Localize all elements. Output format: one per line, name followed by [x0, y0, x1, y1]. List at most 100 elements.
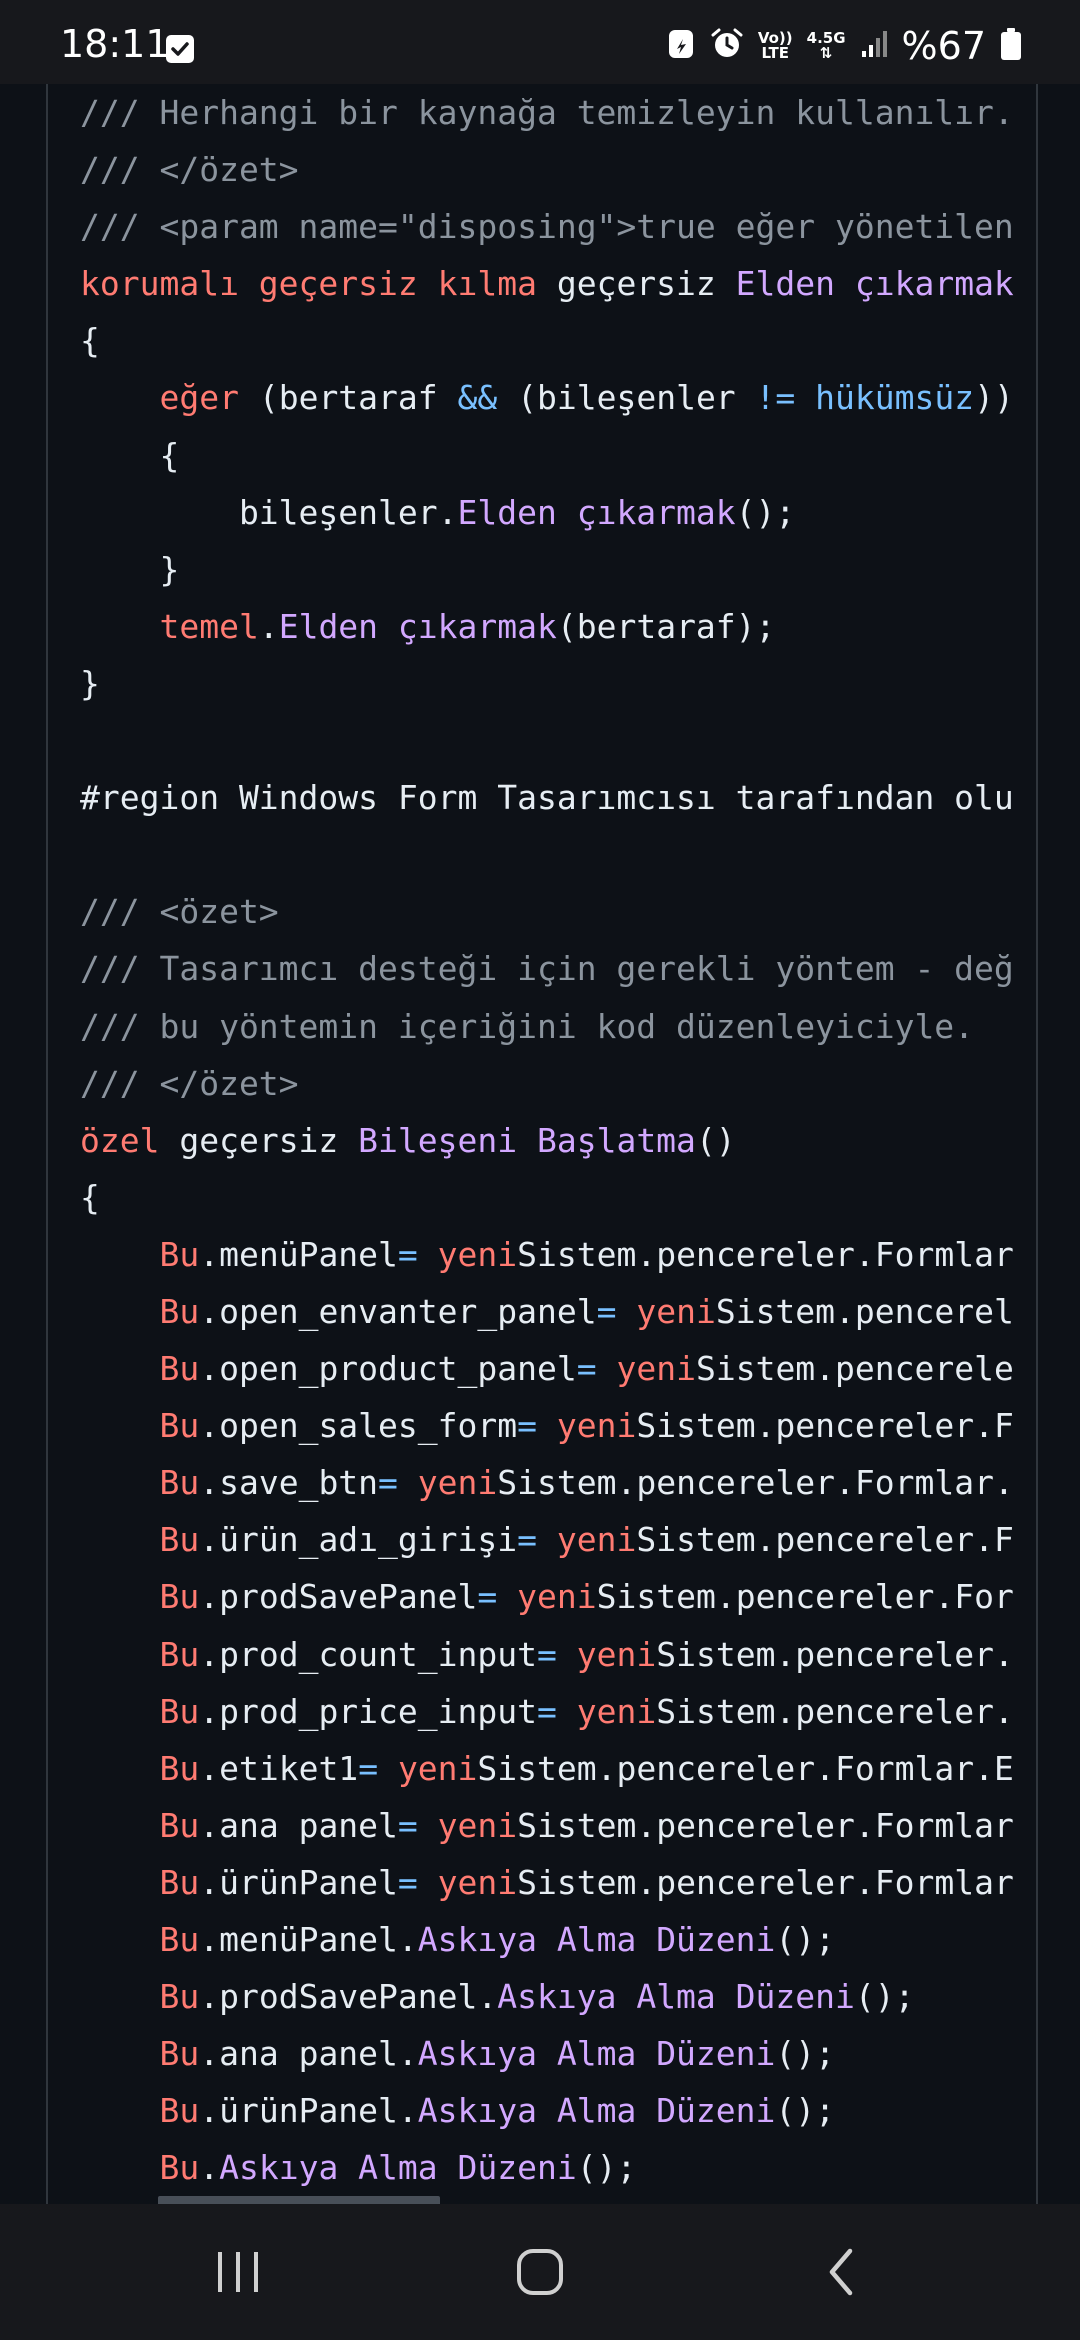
code-token-comment: /// <özet> [80, 892, 279, 932]
code-token-plain: . [199, 2148, 220, 2188]
code-token-comment: /// <param name="disposing">true eğer yö… [80, 207, 1014, 247]
back-button[interactable] [742, 2204, 942, 2340]
code-token-kw: yeni [437, 1234, 518, 1274]
code-token-plain: .etiket1 [199, 1748, 359, 1788]
code-token-plain: } [80, 549, 180, 589]
navigation-bar [0, 2204, 1080, 2340]
network-arrows-icon: 4.5G ⇅ [806, 29, 846, 62]
code-token-kw: yeni [437, 1862, 518, 1902]
code-token-const: = [576, 1349, 597, 1389]
code-line: Bu.menüPanel.Askıya Alma Düzeni(); [80, 1911, 1014, 1968]
code-token-plain: (); [854, 1977, 915, 2017]
code-line: { [80, 427, 1014, 484]
code-line: Bu.prod_count_input= yeniSistem.pencerel… [80, 1626, 1014, 1683]
code-token-plain: .prod_price_input [199, 1691, 537, 1731]
code-token-kw: Bu [159, 1349, 200, 1389]
code-token-const: = [378, 1463, 398, 1503]
code-line: Bu.ürünPanel.Askıya Alma Düzeni(); [80, 2082, 1014, 2139]
code-token-kw: Bu [159, 1463, 200, 1503]
code-token-comment: /// </özet> [80, 150, 299, 190]
code-line: { [80, 1169, 1014, 1226]
code-token-plain: .open_envanter_panel [199, 1291, 597, 1331]
code-token-plain: (); [775, 2034, 836, 2074]
code-token-kw: yeni [417, 1463, 498, 1503]
code-token-plain: { [80, 435, 180, 475]
code-token-plain: (bertaraf); [556, 606, 776, 646]
code-token-kw: Bu [159, 2148, 200, 2188]
code-token-plain: (); [576, 2148, 637, 2188]
code-line: Bu.ürünPanel= yeniSistem.pencereler.Form… [80, 1854, 1014, 1911]
code-token-plain: () [695, 1120, 736, 1160]
code-line: Bu.menüPanel= yeniSistem.pencereler.Form… [80, 1226, 1014, 1283]
recent-apps-button[interactable] [138, 2204, 338, 2340]
code-line: Bu.prod_price_input= yeniSistem.pencerel… [80, 1683, 1014, 1740]
code-line: } [80, 655, 1014, 712]
code-token-kw: Bu [159, 1291, 200, 1331]
check-notification-icon [166, 35, 194, 63]
code-token-fn: Elden çıkarmak [278, 606, 557, 646]
code-token-kw: Bu [159, 1234, 200, 1274]
code-token-plain: geçersiz [536, 264, 736, 304]
code-viewer[interactable]: /// Herhangi bir kaynağa temizleyin kull… [46, 84, 1038, 2204]
code-line: Bu.etiket1= yeniSistem.pencereler.Formla… [80, 1740, 1014, 1797]
code-token-kw: Bu [159, 1577, 200, 1617]
code-line: Bu.open_product_panel= yeniSistem.pencer… [80, 1340, 1014, 1397]
code-token-kw: Bu [159, 1634, 200, 1674]
code-block: /// Herhangi bir kaynağa temizleyin kull… [80, 84, 1014, 2196]
code-token-const: = [397, 1805, 418, 1845]
volte-icon: Vo)) LTE [758, 31, 793, 61]
code-token-const: && [457, 378, 498, 418]
back-icon [829, 2248, 853, 2296]
code-token-kw: Bu [159, 1920, 200, 1959]
code-token-kw: Bu [159, 1520, 200, 1560]
code-token-plain: .ana panel [199, 1805, 398, 1845]
code-line: Bu.ürün_adı_girişi= yeniSistem.pencerele… [80, 1511, 1014, 1568]
code-token-plain: .prodSavePanel [199, 1577, 478, 1617]
code-line: /// Herhangi bir kaynağa temizleyin kull… [80, 84, 1014, 141]
home-icon [517, 2249, 563, 2295]
code-token-kw: Bu [159, 1977, 200, 2017]
code-token-const: = [537, 1634, 557, 1674]
code-token-plain: } [80, 663, 100, 703]
code-token-plain: Sistem.pencereler.Formlar [517, 1862, 1014, 1902]
code-token-plain: Sistem.pencereler.Formlar.E [477, 1748, 1014, 1788]
code-token-kw: Bu [159, 1406, 200, 1446]
code-token-plain: (bileşenler [497, 378, 756, 418]
code-token-plain: Sistem.pencereler.Formlar [517, 1805, 1014, 1845]
code-token-const: hükümsüz [815, 378, 975, 418]
code-token-fn: Askıya Alma Düzeni [417, 2034, 776, 2074]
code-line: #region Windows Form Tasarımcısı tarafın… [80, 769, 1014, 826]
alarm-icon [710, 27, 744, 65]
code-token-plain: .ürünPanel [199, 1862, 398, 1902]
home-button[interactable] [440, 2204, 640, 2340]
code-token-plain: Sistem.pencereler.Formlar [517, 1234, 1014, 1274]
code-token-const: = [477, 1577, 498, 1617]
code-token-const: = [358, 1748, 379, 1788]
code-line: Bu.prodSavePanel.Askıya Alma Düzeni(); [80, 1968, 1014, 2025]
code-token-kw: yeni [437, 1805, 518, 1845]
code-line: eğer (bertaraf && (bileşenler != hükümsü… [80, 369, 1013, 426]
battery-icon [1000, 27, 1022, 65]
code-token-kw: yeni [556, 1520, 637, 1560]
code-token-kw: yeni [556, 1406, 637, 1446]
code-token-plain: Sistem.pencereler. [656, 1691, 1014, 1731]
volte-label-bottom: LTE [761, 44, 790, 62]
code-token-kw: yeni [616, 1349, 696, 1389]
code-line: korumalı geçersiz kılma geçersiz Elden ç… [80, 255, 1014, 312]
